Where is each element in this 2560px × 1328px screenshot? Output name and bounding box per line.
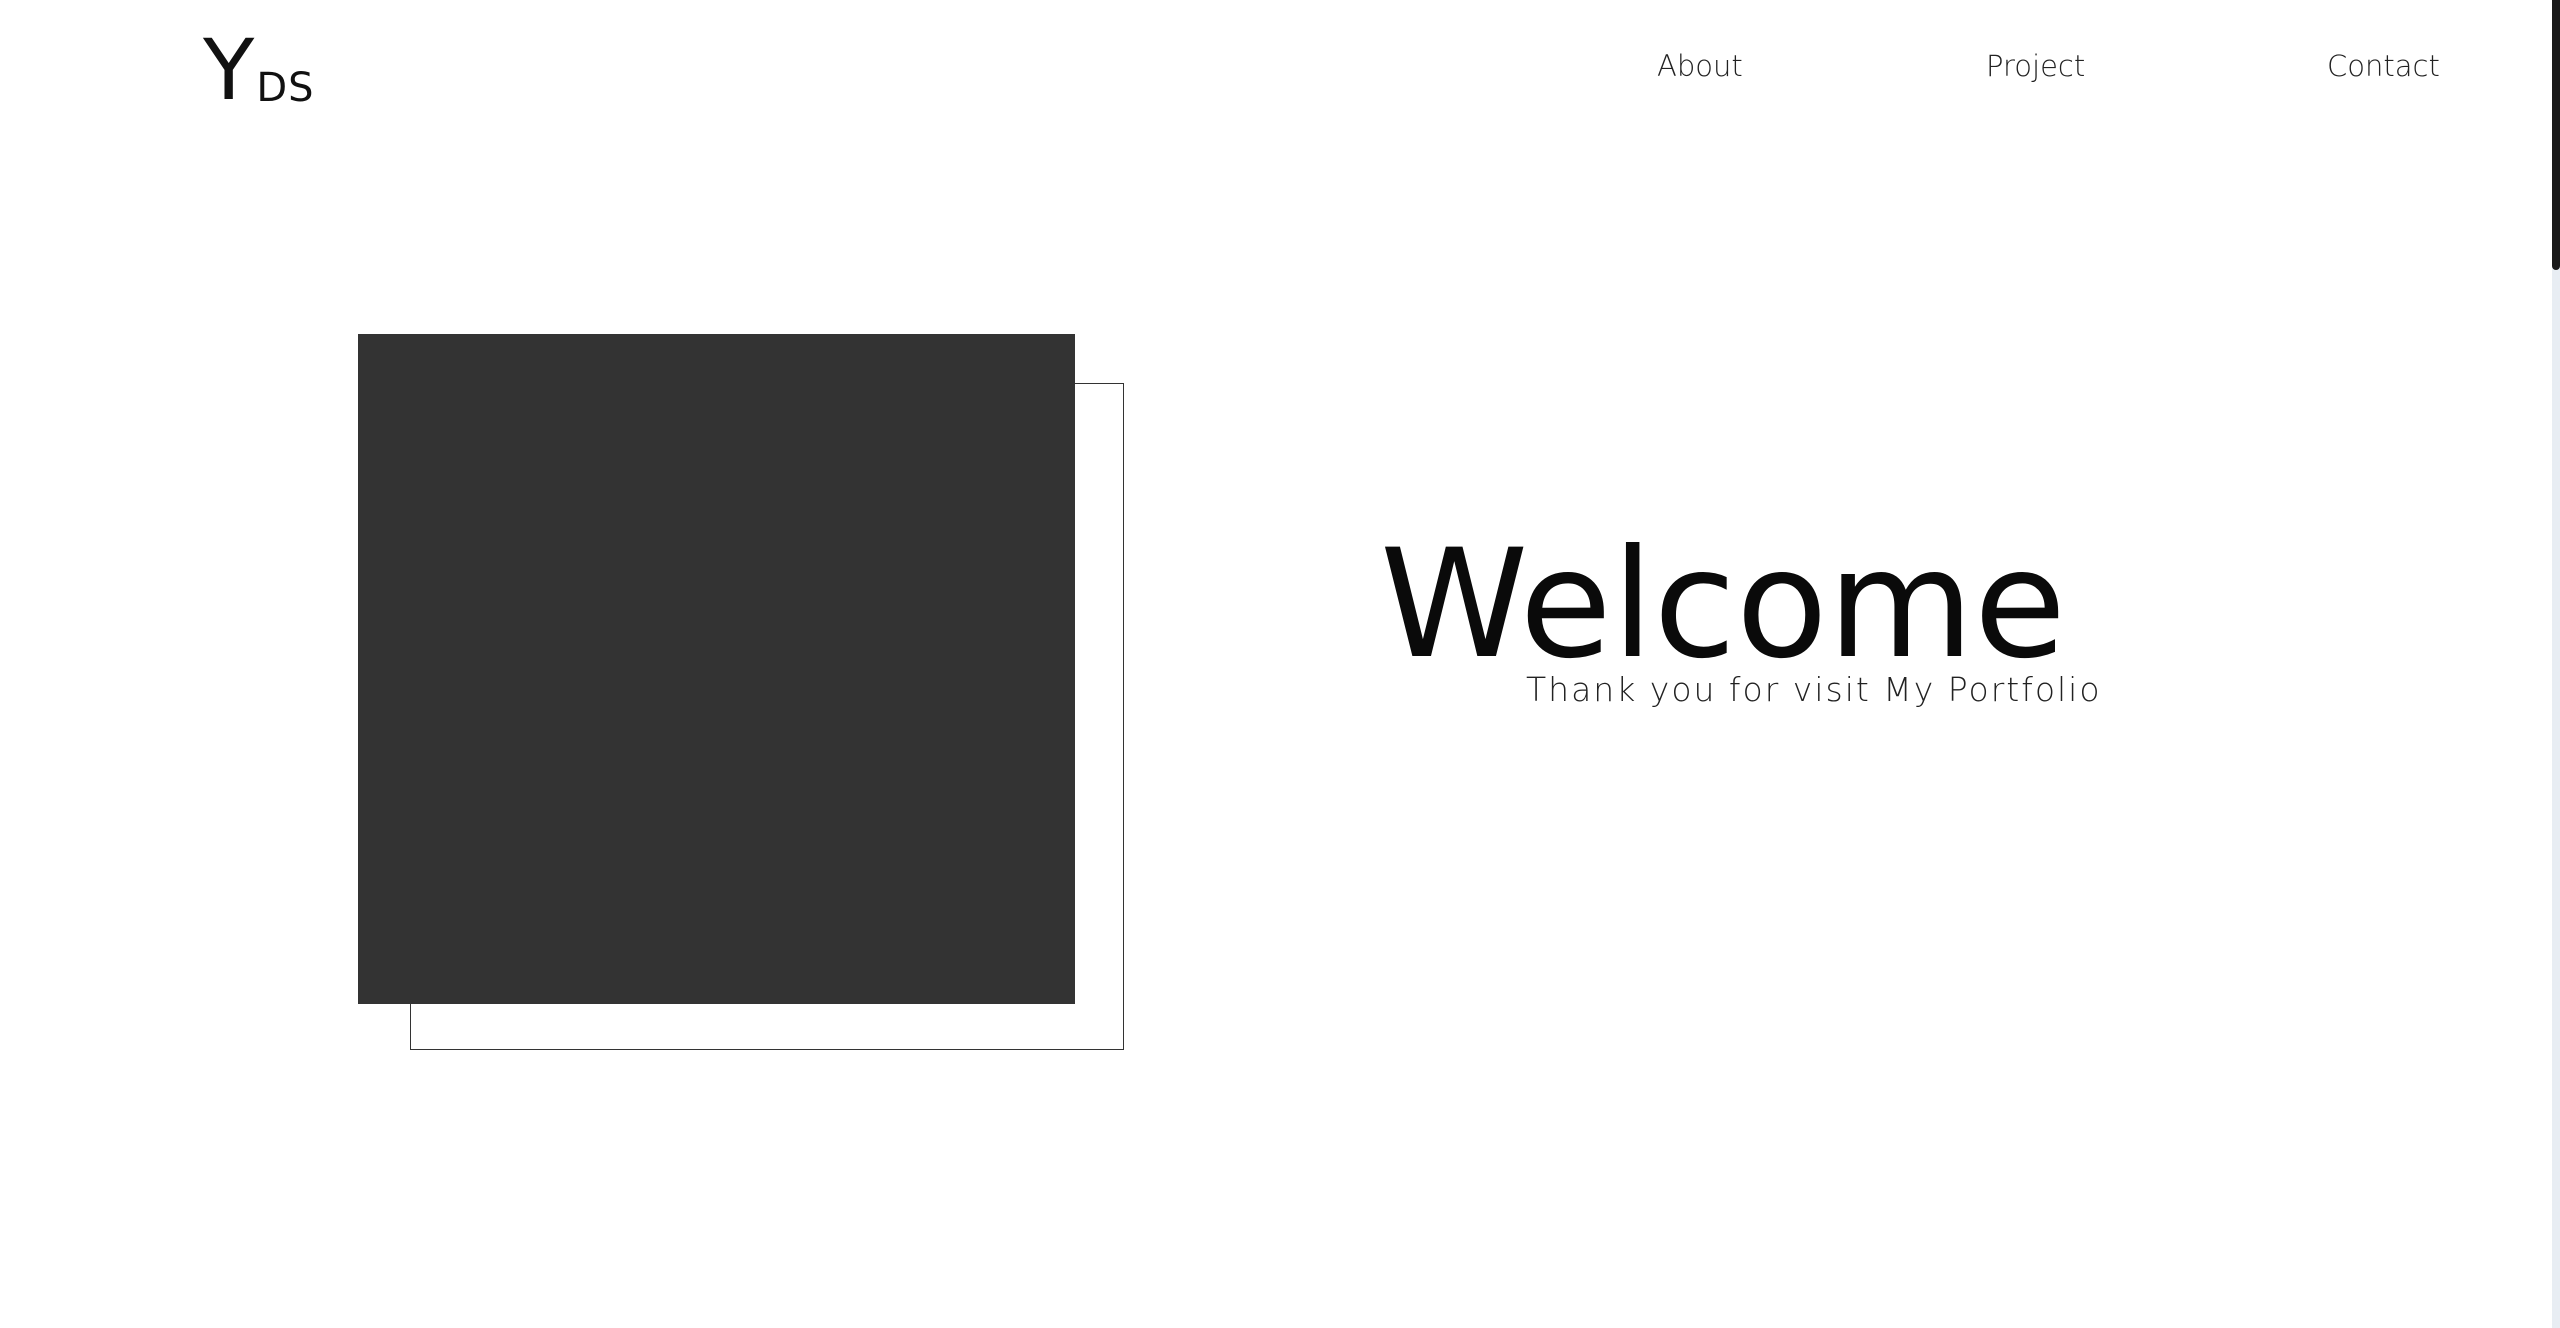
nav-link-about[interactable]: About <box>1657 44 1743 88</box>
nav-link-contact[interactable]: Contact <box>2327 44 2440 88</box>
main-nav: About Project Contact <box>0 44 2552 88</box>
nav-link-project[interactable]: Project <box>1986 44 2085 88</box>
scrollbar-thumb[interactable] <box>2552 0 2560 270</box>
hero-subtitle: Thank you for visit My Portfolio <box>1526 670 2102 709</box>
hero-outline-square <box>410 383 1124 1050</box>
page: Y DS About Project Contact Welcome Thank… <box>0 0 2552 1328</box>
scrollbar-track[interactable] <box>2552 0 2560 1328</box>
hero-title: Welcome <box>1380 518 2067 692</box>
